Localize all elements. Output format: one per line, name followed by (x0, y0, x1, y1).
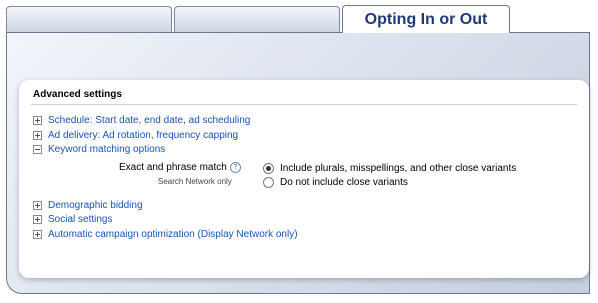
content-panel: Advanced settings Schedule: Start date, … (6, 32, 590, 294)
option-label[interactable]: Include plurals, misspellings, and other… (280, 163, 516, 174)
demographic-row[interactable]: Demographic bidding (33, 200, 143, 211)
ad-delivery-row[interactable]: Ad delivery: Ad rotation, frequency capp… (33, 130, 238, 141)
collapse-minus-icon[interactable] (33, 145, 42, 154)
keyword-matching-row[interactable]: Keyword matching options (33, 144, 165, 155)
option-exclude-variants[interactable]: Do not include close variants (263, 177, 408, 188)
expand-plus-icon[interactable] (33, 230, 42, 239)
advanced-settings-card: Advanced settings Schedule: Start date, … (19, 80, 589, 278)
tab-opting-in-or-out[interactable]: Opting In or Out (342, 5, 510, 33)
section-title: Advanced settings (33, 89, 122, 100)
divider (31, 104, 577, 105)
expand-plus-icon[interactable] (33, 215, 42, 224)
radio-unselected-icon[interactable] (263, 177, 274, 188)
social-link[interactable]: Social settings (48, 214, 112, 225)
auto-optimization-row[interactable]: Automatic campaign optimization (Display… (33, 229, 298, 240)
demographic-link[interactable]: Demographic bidding (48, 200, 143, 211)
schedule-row[interactable]: Schedule: Start date, end date, ad sched… (33, 115, 250, 126)
match-setting-label: Exact and phrase match? (119, 162, 241, 173)
expand-plus-icon[interactable] (33, 131, 42, 140)
social-row[interactable]: Social settings (33, 214, 112, 225)
tab-title: Opting In or Out (364, 11, 488, 28)
help-icon[interactable]: ? (229, 162, 241, 173)
option-label[interactable]: Do not include close variants (280, 177, 408, 188)
tab-1[interactable] (6, 6, 172, 32)
schedule-link[interactable]: Schedule: Start date, end date, ad sched… (48, 115, 250, 126)
match-setting-sublabel: Search Network only (158, 177, 232, 186)
expand-plus-icon[interactable] (33, 201, 42, 210)
option-include-variants[interactable]: Include plurals, misspellings, and other… (263, 163, 516, 174)
auto-optimization-link[interactable]: Automatic campaign optimization (Display… (48, 229, 298, 240)
ad-delivery-link[interactable]: Ad delivery: Ad rotation, frequency capp… (48, 130, 238, 141)
tab-2[interactable] (174, 6, 340, 32)
keyword-matching-link[interactable]: Keyword matching options (48, 144, 165, 155)
radio-selected-icon[interactable] (263, 163, 274, 174)
expand-plus-icon[interactable] (33, 116, 42, 125)
